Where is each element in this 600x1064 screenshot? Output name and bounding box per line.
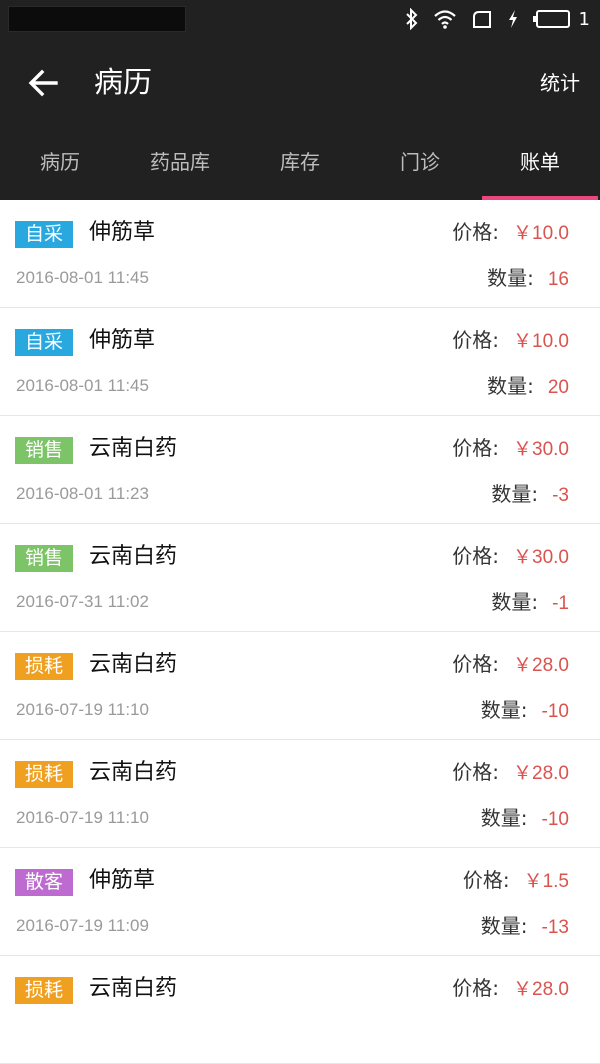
battery-level: 1 [578, 8, 590, 30]
quantity-label: 数量: [491, 482, 539, 506]
price-line: 价格: ￥10.0 [452, 326, 569, 356]
quantity-line: 数量: -13 [481, 912, 569, 942]
price-label: 价格: [452, 328, 500, 352]
record-date: 2016-07-19 11:10 [16, 700, 149, 719]
bill-list: 自采 伸筋草 2016-08-01 11:45 价格: ￥10.0 数量: 16 自… [0, 200, 600, 1064]
quantity-value: -1 [552, 593, 569, 614]
quantity-line: 数量: -1 [491, 588, 569, 618]
record-date: 2016-08-01 11:45 [16, 268, 149, 287]
price-line: 价格: ￥1.5 [463, 866, 569, 896]
quantity-value: 20 [547, 377, 569, 398]
bluetooth-icon [405, 8, 417, 30]
price-value: ￥10.0 [513, 223, 569, 244]
drug-name: 云南白药 [89, 436, 178, 461]
record-date: 2016-07-31 11:02 [16, 592, 149, 611]
drug-name: 伸筋草 [89, 328, 156, 353]
quantity-line: 数量: 20 [487, 372, 569, 402]
tab-outpatient[interactable]: 门诊 [360, 126, 480, 200]
price-value: ￥30.0 [513, 547, 569, 568]
record-type-badge: 自采 [15, 329, 73, 356]
quantity-line: 数量: -3 [491, 480, 569, 510]
quantity-value: -10 [541, 701, 569, 722]
bill-row[interactable]: 自采 伸筋草 2016-08-01 11:45 价格: ￥10.0 数量: 16 [0, 200, 600, 308]
page-title: 病历 [94, 65, 153, 99]
record-type-badge: 自采 [15, 221, 73, 248]
signal-icon [472, 11, 491, 28]
statistics-button[interactable]: 统计 [540, 70, 580, 96]
bill-row[interactable]: 销售 云南白药 2016-08-01 11:23 价格: ￥30.0 数量: -3 [0, 416, 600, 524]
quantity-value: -10 [541, 809, 569, 830]
quantity-value: 16 [547, 269, 569, 290]
quantity-label: 数量: [480, 914, 528, 938]
record-type-badge: 销售 [15, 545, 73, 572]
tab-medical-records[interactable]: 病历 [0, 126, 120, 200]
drug-name: 云南白药 [89, 760, 178, 785]
price-label: 价格: [462, 868, 510, 892]
record-type-badge: 损耗 [15, 653, 73, 680]
quantity-value: -13 [541, 917, 569, 938]
price-label: 价格: [452, 436, 500, 460]
price-value: ￥30.0 [513, 439, 569, 460]
bill-row[interactable]: 损耗 云南白药 价格:￥28.0 数量: [0, 956, 600, 1064]
status-bar: 1 [0, 0, 600, 38]
drug-name: 伸筋草 [89, 868, 156, 893]
drug-name: 云南白药 [89, 652, 178, 677]
quantity-label: 数量: [480, 806, 528, 830]
price-line: 价格: ￥10.0 [452, 218, 569, 248]
bill-row[interactable]: 销售 云南白药 2016-07-31 11:02 价格: ￥30.0 数量: -1 [0, 524, 600, 632]
drug-name: 云南白药 [89, 544, 178, 569]
charging-icon [508, 10, 517, 28]
quantity-line: 数量: -10 [481, 804, 569, 834]
price-value: ￥28.0 [513, 763, 569, 784]
battery-icon [532, 10, 570, 28]
tab-bills-label: 账单 [520, 150, 560, 174]
price-line: 价格: ￥30.0 [452, 542, 569, 572]
price-value: ￥28.0 [513, 979, 569, 1000]
tab-bills[interactable]: 账单 [480, 126, 600, 200]
bill-row[interactable]: 自采 伸筋草 2016-08-01 11:45 价格: ￥10.0 数量: 20 [0, 308, 600, 416]
app-bar: 病历 统计 [0, 38, 600, 128]
price-value: ￥10.0 [513, 331, 569, 352]
bill-row[interactable]: 损耗 云南白药 2016-07-19 11:10 价格: ￥28.0 数量: -10 [0, 632, 600, 740]
status-icons: 1 [405, 8, 590, 30]
record-type-badge: 损耗 [15, 761, 73, 788]
record-date: 2016-08-01 11:23 [16, 484, 149, 503]
price-label: 价格: [452, 220, 500, 244]
bill-row[interactable]: 散客 伸筋草 2016-07-19 11:09 价格: ￥1.5 数量: -13 [0, 848, 600, 956]
price-line: 价格: ￥30.0 [452, 434, 569, 464]
record-type-badge: 销售 [15, 437, 73, 464]
record-date: 2016-07-19 11:10 [16, 808, 149, 827]
drug-name: 伸筋草 [89, 220, 156, 245]
record-date: 2016-08-01 11:45 [16, 376, 149, 395]
record-date: 2016-07-19 11:09 [16, 916, 149, 935]
price-value: ￥28.0 [513, 655, 569, 676]
tab-bar: 病历 药品库 库存 门诊 账单 [0, 128, 600, 200]
quantity-line: 数量: -10 [481, 696, 569, 726]
price-line: 价格: ￥28.0 [452, 758, 569, 788]
price-label: 价格: [452, 760, 500, 784]
quantity-value: -3 [552, 485, 569, 506]
tab-inventory[interactable]: 库存 [240, 126, 360, 200]
price-label: 价格: [452, 652, 500, 676]
price-value: ￥1.5 [523, 871, 569, 892]
quantity-label: 数量: [491, 590, 539, 614]
carrier-redacted [8, 6, 186, 32]
back-arrow-icon[interactable] [24, 63, 64, 103]
price-label: 价格: [452, 976, 500, 1000]
tab-drug-library[interactable]: 药品库 [120, 126, 240, 200]
price-label: 价格: [452, 544, 500, 568]
quantity-label: 数量: [480, 698, 528, 722]
record-type-badge: 散客 [15, 869, 73, 896]
wifi-icon [433, 10, 456, 29]
bill-row[interactable]: 损耗 云南白药 2016-07-19 11:10 价格: ￥28.0 数量: -10 [0, 740, 600, 848]
quantity-label: 数量: [487, 266, 534, 290]
price-line: 价格: ￥28.0 [452, 650, 569, 680]
quantity-line: 数量: 16 [487, 264, 569, 294]
quantity-label: 数量: [487, 374, 534, 398]
